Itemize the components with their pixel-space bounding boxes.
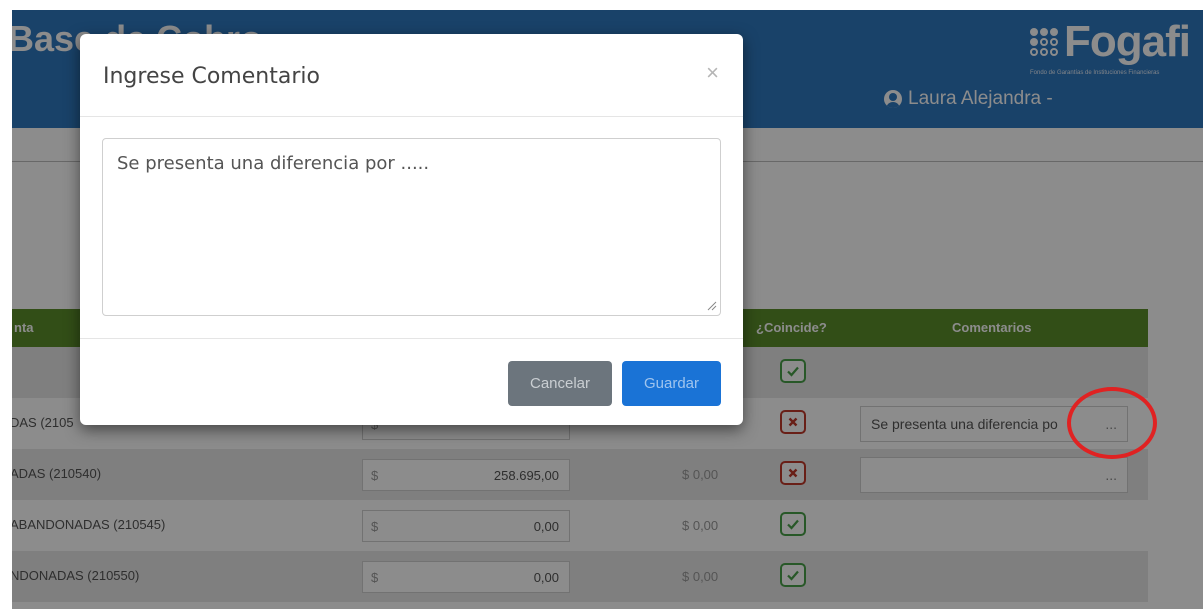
comment-textarea[interactable] xyxy=(102,138,721,316)
modal-footer: Cancelar Guardar xyxy=(80,339,743,425)
save-button[interactable]: Guardar xyxy=(622,361,721,406)
modal-header: Ingrese Comentario × xyxy=(80,34,743,117)
close-icon[interactable]: × xyxy=(706,62,719,84)
modal-title: Ingrese Comentario xyxy=(103,64,320,89)
comment-modal: Ingrese Comentario × Cancelar Guardar xyxy=(80,34,743,425)
modal-body xyxy=(80,117,743,339)
annotation-circle xyxy=(1067,387,1157,459)
resize-grip-icon[interactable] xyxy=(705,299,717,311)
cancel-button[interactable]: Cancelar xyxy=(508,361,612,406)
